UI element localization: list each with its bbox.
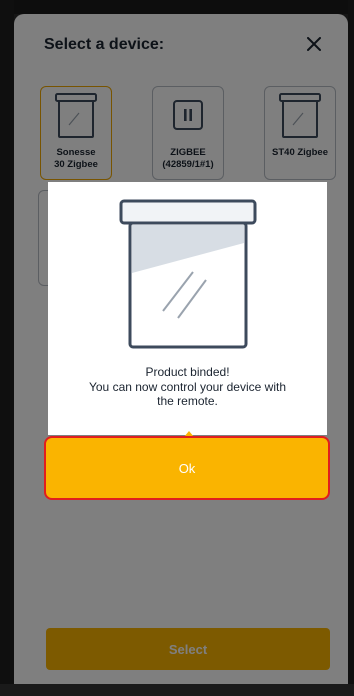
dialog-message-line: You can now control your device with [88,379,286,394]
dialog-message-line: Product binded! [145,365,230,379]
ok-button[interactable]: Ok [44,436,330,500]
bottom-bezel [0,684,354,696]
dialog-message: Product binded! You can now control your… [58,365,317,409]
dialog-message-line: the remote. [157,394,218,408]
bind-success-dialog: Product binded! You can now control your… [48,182,327,435]
window-device-icon [119,199,257,349]
